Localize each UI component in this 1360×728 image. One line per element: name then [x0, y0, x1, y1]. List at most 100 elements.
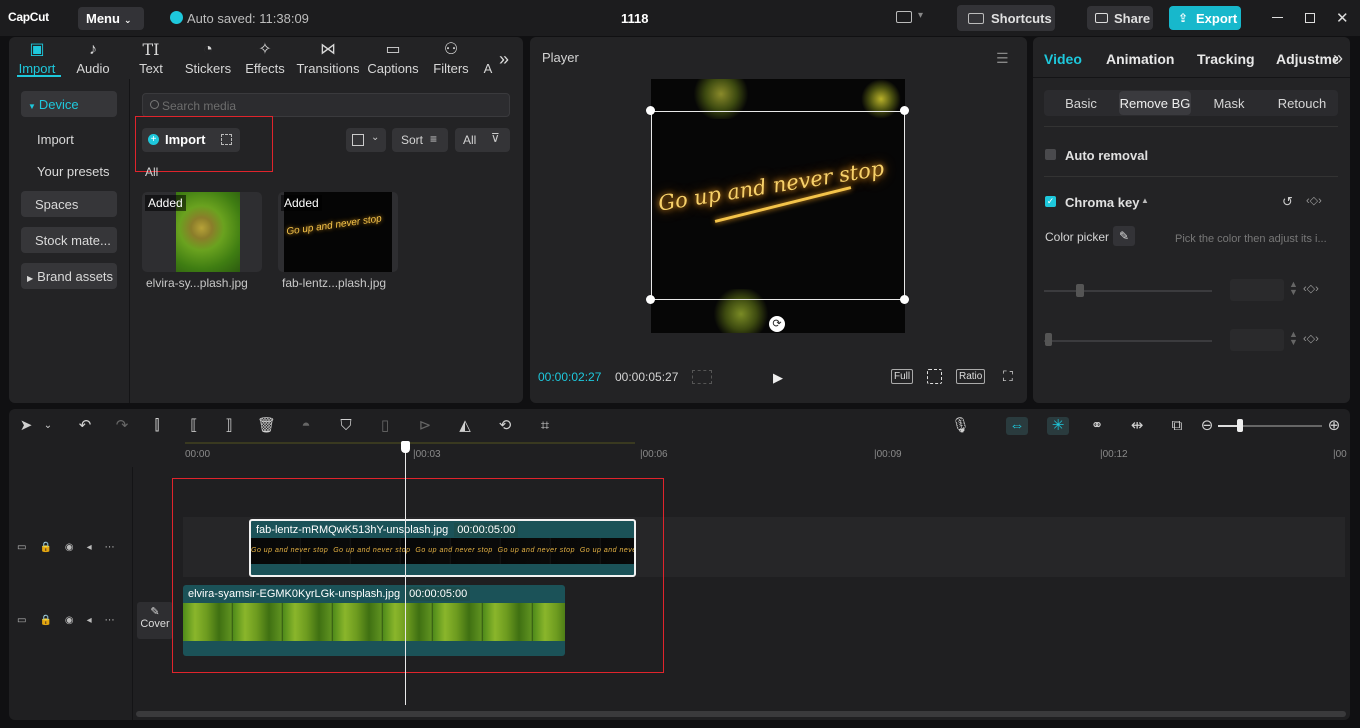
menu-button[interactable]: Menu ⌄	[78, 7, 144, 30]
collapse-icon[interactable]: ▲	[1141, 196, 1149, 205]
more-icon[interactable]: ⋯	[105, 542, 128, 553]
track-video-icon[interactable]: ▭	[17, 615, 39, 626]
resize-handle[interactable]	[646, 106, 655, 115]
tab-tracking[interactable]: Tracking	[1197, 51, 1255, 67]
delete-icon[interactable]: 🗑	[257, 417, 276, 435]
layout-chevron-icon[interactable]: ▾	[918, 10, 923, 21]
export-button[interactable]: ⇪ Export	[1169, 6, 1241, 30]
volume-icon[interactable]: ◂	[87, 615, 105, 626]
close-icon[interactable]: ✕	[1336, 9, 1349, 27]
tab-audio[interactable]: ♪ Audio	[71, 39, 115, 76]
tab-text[interactable]: TI Text	[133, 39, 169, 76]
shadow-value-input[interactable]	[1230, 329, 1284, 351]
zoom-slider-thumb[interactable]	[1237, 419, 1243, 432]
selection-frame[interactable]	[651, 111, 905, 300]
resize-handle[interactable]	[900, 106, 909, 115]
intensity-slider-track[interactable]	[1044, 290, 1212, 292]
shadow-slider-thumb[interactable]	[1045, 333, 1052, 346]
media-item[interactable]: Go up and never stop Added	[278, 192, 398, 272]
track-video-icon[interactable]: ▭	[17, 542, 39, 553]
trim-left-icon[interactable]: ⟦	[185, 417, 203, 435]
zoom-in-icon[interactable]: ⊕	[1325, 417, 1343, 435]
media-item[interactable]: Added	[142, 192, 262, 272]
subtab-remove-bg[interactable]: Remove BG	[1119, 91, 1191, 115]
shortcuts-button[interactable]: Shortcuts	[957, 5, 1055, 31]
reset-icon[interactable]: ↺	[1282, 194, 1293, 210]
microphone-icon[interactable]: 🎙	[951, 417, 970, 435]
rotate-handle-icon[interactable]: ⟳	[769, 316, 785, 332]
stepper-icon[interactable]: ▲ ▼	[1289, 280, 1298, 297]
tab-video[interactable]: Video	[1044, 51, 1082, 67]
tab-animation[interactable]: Animation	[1106, 51, 1174, 67]
sidebar-item-spaces[interactable]: Spaces	[21, 191, 117, 217]
tab-adjust[interactable]: A	[481, 39, 495, 76]
lock-icon[interactable]: 🔒	[39, 542, 64, 553]
intensity-slider-thumb[interactable]	[1076, 284, 1084, 297]
ratio-button[interactable]: Ratio	[956, 369, 986, 384]
fit-timeline-icon[interactable]: ⧉	[1168, 417, 1186, 435]
import-button[interactable]: + Import	[142, 128, 240, 152]
eyedropper-icon[interactable]: ✎	[1113, 226, 1135, 246]
sidebar-item-import[interactable]: Import	[21, 126, 117, 152]
split-icon[interactable]: ⫿	[148, 417, 166, 435]
tab-transitions[interactable]: ⋈ Transitions	[295, 39, 361, 76]
sidebar-item-presets[interactable]: Your presets	[21, 158, 129, 184]
sidebar-item-device[interactable]: ▼ Device	[21, 91, 117, 117]
search-box[interactable]: Search media	[142, 93, 510, 117]
crop-icon[interactable]: ⌗	[536, 417, 554, 435]
auto-snap-icon[interactable]: ✳	[1047, 417, 1069, 435]
tab-filters[interactable]: ⚇ Filters	[431, 39, 471, 76]
sidebar-item-brand[interactable]: ▶ Brand assets	[21, 263, 117, 289]
tab-adjustment[interactable]: Adjustment	[1276, 51, 1338, 67]
trim-right-icon[interactable]: ⟧	[220, 417, 238, 435]
cover-button[interactable]: ✎ Cover	[137, 602, 173, 639]
select-tool-icon[interactable]: ➤	[17, 417, 35, 435]
tab-effects[interactable]: ✧ Effects	[243, 39, 287, 76]
intensity-value-input[interactable]	[1230, 279, 1284, 301]
keyframe-icon[interactable]: ‹◇›	[1303, 282, 1319, 295]
share-button[interactable]: Share	[1087, 6, 1153, 30]
more-tabs-icon[interactable]: »	[499, 49, 509, 70]
tab-import[interactable]: ▣ Import	[13, 39, 61, 76]
chevron-down-icon[interactable]: ⌄	[39, 417, 57, 435]
volume-icon[interactable]: ◂	[87, 542, 105, 553]
lock-icon[interactable]: 🔒	[39, 615, 64, 626]
layout-icon[interactable]	[896, 11, 912, 23]
minimize-icon[interactable]	[1272, 17, 1283, 18]
rotate-icon[interactable]: ⟲	[496, 417, 514, 435]
auto-removal-checkbox[interactable]	[1045, 149, 1056, 160]
link-icon[interactable]: ⚭	[1088, 417, 1106, 435]
player-menu-icon[interactable]: ☰	[996, 50, 1009, 67]
timeline-scrollbar[interactable]	[136, 711, 1346, 717]
filter-button[interactable]: All ⊽	[455, 128, 510, 152]
reverse-icon[interactable]: ⊳	[416, 417, 434, 435]
full-button[interactable]: Full	[891, 369, 914, 384]
eye-icon[interactable]: ◉	[65, 542, 87, 553]
maximize-icon[interactable]	[1305, 13, 1315, 23]
main-track-magnet-icon[interactable]: ⇔	[1006, 417, 1028, 435]
keyframe-icon[interactable]: ‹◇›	[1303, 332, 1319, 345]
subtab-basic[interactable]: Basic	[1045, 91, 1117, 115]
view-toggle[interactable]: ⌄	[346, 128, 386, 152]
stepper-icon[interactable]: ▲ ▼	[1289, 330, 1298, 347]
mark-icon[interactable]: ◓	[297, 417, 315, 435]
shield-icon[interactable]: ⛉	[337, 417, 355, 435]
resize-handle[interactable]	[900, 295, 909, 304]
resize-handle[interactable]	[646, 295, 655, 304]
chroma-key-checkbox[interactable]: ✓	[1045, 196, 1056, 207]
mirror-icon[interactable]: ◭	[456, 417, 474, 435]
screenshot-icon[interactable]	[927, 369, 942, 384]
tab-captions[interactable]: ▭ Captions	[365, 39, 421, 76]
sort-button[interactable]: Sort ≡	[392, 128, 448, 152]
subtab-mask[interactable]: Mask	[1193, 91, 1265, 115]
redo-icon[interactable]: ↷	[113, 417, 131, 435]
shadow-slider-track[interactable]	[1044, 340, 1212, 342]
zoom-out-icon[interactable]: ⊖	[1198, 417, 1216, 435]
more-icon[interactable]: ⋯	[105, 615, 128, 626]
project-title[interactable]: 1118	[621, 11, 649, 26]
keyframe-icon[interactable]: ‹◇›	[1306, 194, 1322, 207]
fullscreen-icon[interactable]: ⛶	[1003, 368, 1013, 385]
more-tabs-icon[interactable]: »	[1333, 48, 1343, 69]
preview-axis-icon[interactable]: ⇹	[1128, 417, 1146, 435]
freeze-icon[interactable]: ▯	[376, 417, 394, 435]
